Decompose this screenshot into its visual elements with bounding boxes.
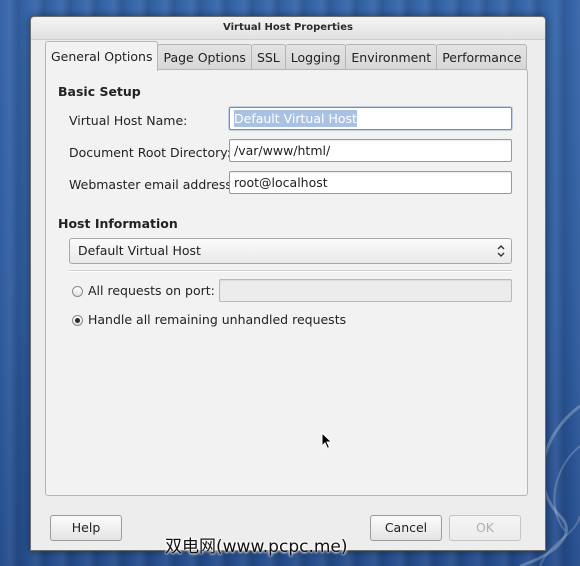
- window-title: Virtual Host Properties: [31, 17, 545, 40]
- general-options-panel: Basic Setup Virtual Host Name: Default V…: [45, 69, 528, 496]
- all-requests-on-port-radio[interactable]: [72, 286, 83, 297]
- watermark-text: 双电网(www.pcpc.me): [165, 537, 348, 557]
- host-info-separator: [69, 270, 512, 272]
- webmaster-email-label: Webmaster email address:: [69, 177, 237, 192]
- mouse-pointer-icon: [321, 431, 333, 450]
- tab-ssl[interactable]: SSL: [250, 44, 286, 71]
- tab-general-options[interactable]: General Options: [45, 41, 159, 71]
- handle-remaining-requests-radio[interactable]: [72, 315, 83, 326]
- virtual-host-name-value: Default Virtual Host: [234, 110, 357, 127]
- virtual-host-name-input[interactable]: Default Virtual Host: [229, 107, 512, 130]
- all-requests-on-port-label[interactable]: All requests on port:: [88, 283, 215, 298]
- host-type-selected-value: Default Virtual Host: [78, 243, 201, 258]
- document-root-input[interactable]: /var/www/html/: [229, 139, 512, 162]
- virtual-host-name-label: Virtual Host Name:: [69, 113, 188, 128]
- handle-remaining-requests-label[interactable]: Handle all remaining unhandled requests: [88, 312, 346, 327]
- host-information-heading: Host Information: [58, 216, 178, 231]
- cancel-button[interactable]: Cancel: [370, 515, 442, 541]
- tab-environment[interactable]: Environment: [345, 44, 438, 71]
- document-root-label: Document Root Directory:: [69, 145, 231, 160]
- basic-setup-heading: Basic Setup: [58, 84, 141, 99]
- host-type-select[interactable]: Default Virtual Host: [69, 238, 512, 264]
- ok-button[interactable]: OK: [449, 515, 521, 541]
- tab-performance[interactable]: Performance: [436, 44, 528, 71]
- updown-chevron-icon: [496, 243, 506, 259]
- port-input[interactable]: [219, 279, 512, 302]
- help-button[interactable]: Help: [50, 515, 122, 541]
- tab-bar: General Options Page Options SSL Logging…: [45, 41, 528, 71]
- tab-page-options[interactable]: Page Options: [157, 44, 252, 71]
- webmaster-email-input[interactable]: root@localhost: [229, 171, 512, 194]
- virtual-host-properties-dialog: Virtual Host Properties General Options …: [30, 16, 546, 551]
- tab-logging[interactable]: Logging: [284, 44, 347, 71]
